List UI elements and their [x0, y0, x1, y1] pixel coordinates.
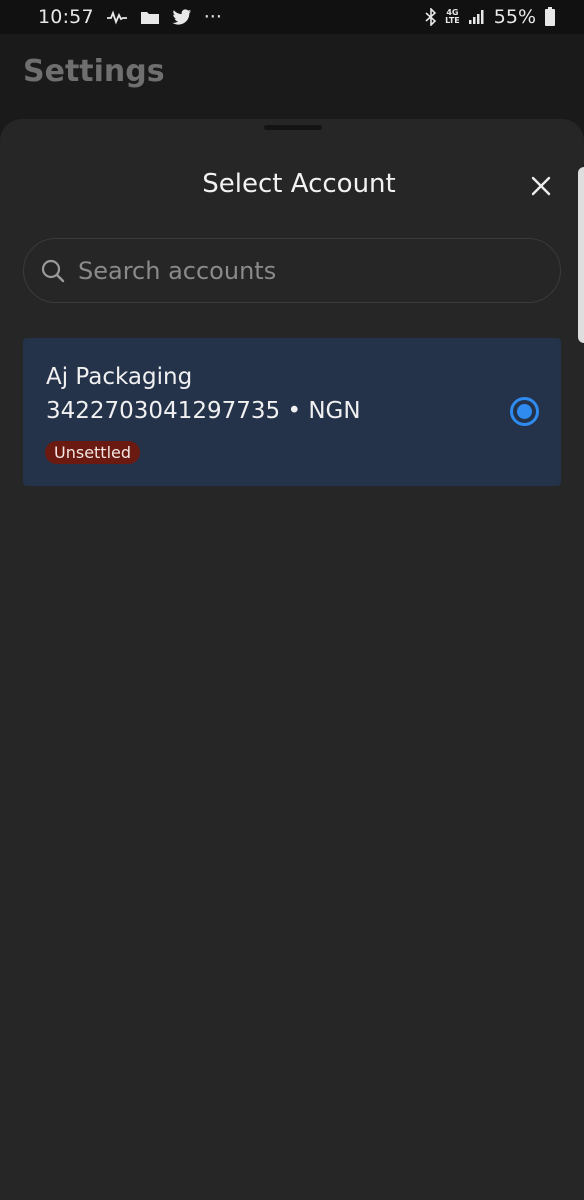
account-radio-selected[interactable]: [510, 397, 539, 426]
status-time: 10:57: [38, 6, 94, 28]
account-number-currency: 3422703041297735 • NGN: [46, 398, 361, 424]
account-name: Aj Packaging: [46, 364, 193, 390]
account-item[interactable]: Aj Packaging 3422703041297735 • NGN Unse…: [23, 338, 561, 486]
page-title: Settings: [23, 54, 165, 89]
account-select-sheet: Select Account Aj Packaging 342270304129…: [0, 119, 584, 1200]
screen: 10:57 ··· 4G LTE 55% Settings Select Acc…: [0, 0, 584, 1200]
status-left: 10:57 ···: [38, 6, 222, 28]
search-icon: [40, 258, 66, 284]
twitter-icon: [172, 8, 192, 26]
more-icon: ···: [203, 6, 222, 28]
bluetooth-icon: [425, 8, 437, 26]
search-input[interactable]: [76, 250, 560, 291]
folder-icon: [140, 9, 160, 25]
battery-percent: 55%: [493, 6, 536, 28]
close-icon: [531, 176, 551, 196]
network-type-badge: 4G LTE: [445, 9, 460, 25]
status-right: 4G LTE 55%: [425, 6, 556, 28]
activity-icon: [106, 9, 128, 25]
sheet-drag-handle[interactable]: [264, 125, 322, 130]
signal-icon: [468, 9, 486, 25]
search-box[interactable]: [23, 238, 561, 303]
sheet-title: Select Account: [202, 169, 396, 199]
lte-label: LTE: [445, 16, 460, 25]
close-button[interactable]: [522, 167, 560, 205]
app-header: Settings: [0, 34, 584, 124]
battery-icon: [544, 7, 556, 27]
status-badge: Unsettled: [45, 441, 141, 464]
status-bar: 10:57 ··· 4G LTE 55%: [0, 0, 584, 34]
radio-dot: [517, 404, 532, 419]
